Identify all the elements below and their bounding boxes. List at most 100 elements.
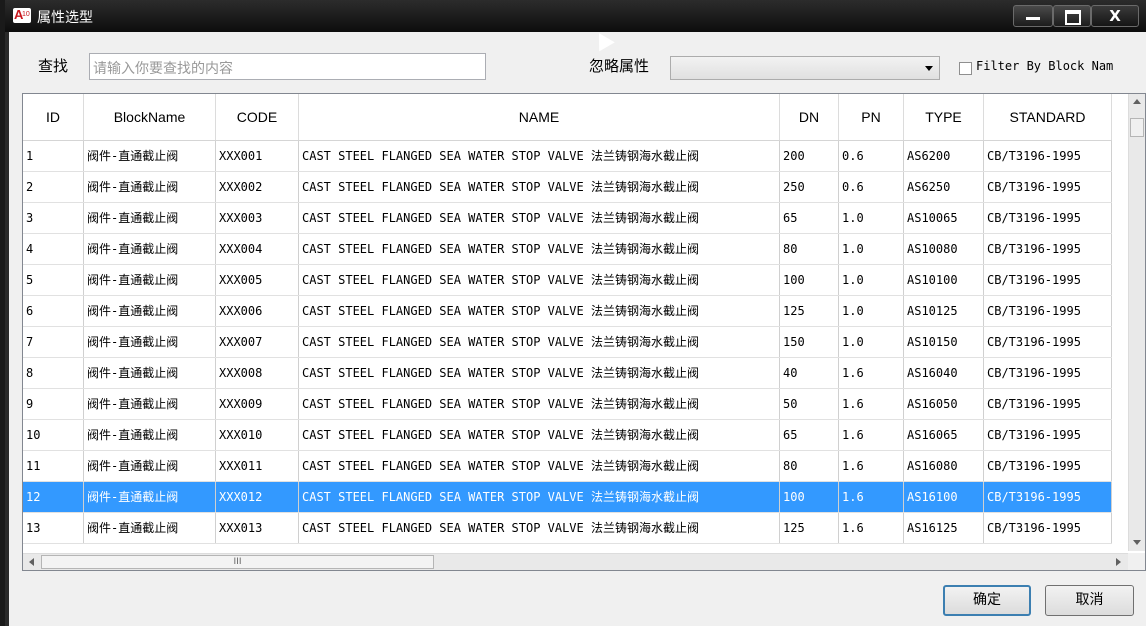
scroll-left-icon[interactable] (29, 558, 34, 566)
table-row[interactable]: 9 阀件-直通截止阀 XXX009 CAST STEEL FLANGED SEA WA… (23, 389, 1112, 420)
table-row-selected[interactable]: 12 阀件-直通截止阀 XXX012 CAST STEEL FLANGED SEA W… (23, 482, 1112, 513)
title-bar[interactable]: A 10 属性选型 X (5, 0, 1146, 32)
cell-dn: 125 (780, 513, 839, 543)
cell-code: XXX013 (216, 513, 299, 543)
cell-code: XXX008 (216, 358, 299, 388)
cell-name: CAST STEEL FLANGED SEA WATER STOP VALVE … (299, 172, 780, 202)
table-row[interactable]: 2 阀件-直通截止阀 XXX002 CAST STEEL FLANGED SEA WA… (23, 172, 1112, 203)
cell-dn: 50 (780, 389, 839, 419)
cell-type: AS10065 (904, 203, 984, 233)
cell-pn: 1.0 (839, 327, 904, 357)
cell-dn: 250 (780, 172, 839, 202)
cell-blockname: 阀件-直通截止阀 (84, 513, 216, 543)
cell-standard: CB/T3196-1995 (984, 389, 1112, 419)
cell-dn: 100 (780, 265, 839, 295)
table-row[interactable]: 10 阀件-直通截止阀 XXX010 CAST STEEL FLANGED SEA W… (23, 420, 1112, 451)
cell-type: AS16050 (904, 389, 984, 419)
cell-standard: CB/T3196-1995 (984, 234, 1112, 264)
filter-by-block-name-checkbox[interactable] (959, 62, 972, 75)
column-header-name[interactable]: NAME (299, 94, 780, 140)
column-header-pn[interactable]: PN (839, 94, 904, 140)
table-row[interactable]: 11 阀件-直通截止阀 XXX011 CAST STEEL FLANGED SEA W… (23, 451, 1112, 482)
table-row[interactable]: 8 阀件-直通截止阀 XXX008 CAST STEEL FLANGED SEA WA… (23, 358, 1112, 389)
cell-pn: 1.0 (839, 234, 904, 264)
cell-dn: 40 (780, 358, 839, 388)
cell-code: XXX007 (216, 327, 299, 357)
vertical-scroll-thumb[interactable] (1130, 118, 1144, 137)
cell-name: CAST STEEL FLANGED SEA WATER STOP VALVE … (299, 358, 780, 388)
cell-id: 9 (23, 389, 84, 419)
cell-blockname: 阀件-直通截止阀 (84, 203, 216, 233)
column-header-type[interactable]: TYPE (904, 94, 984, 140)
ignore-attribute-label: 忽略属性 (589, 57, 650, 75)
cell-id: 1 (23, 141, 84, 171)
cell-name: CAST STEEL FLANGED SEA WATER STOP VALVE … (299, 420, 780, 450)
table-row[interactable]: 4 阀件-直通截止阀 XXX004 CAST STEEL FLANGED SEA WA… (23, 234, 1112, 265)
window-border (5, 32, 9, 626)
cell-id: 13 (23, 513, 84, 543)
column-header-id[interactable]: ID (23, 94, 84, 140)
cell-type: AS16065 (904, 420, 984, 450)
attribute-table: ID BlockName CODE NAME DN PN TYPE STANDARD 1 阀件-… (22, 93, 1146, 571)
cell-type: AS6200 (904, 141, 984, 171)
cell-id: 10 (23, 420, 84, 450)
cell-blockname: 阀件-直通截止阀 (84, 451, 216, 481)
filter-by-block-name-label[interactable]: Filter By Block Nam (976, 59, 1113, 73)
cell-pn: 1.0 (839, 203, 904, 233)
cell-pn: 0.6 (839, 141, 904, 171)
cell-dn: 80 (780, 234, 839, 264)
cell-code: XXX001 (216, 141, 299, 171)
table-row[interactable]: 3 阀件-直通截止阀 XXX003 CAST STEEL FLANGED SEA WA… (23, 203, 1112, 234)
cell-name: CAST STEEL FLANGED SEA WATER STOP VALVE … (299, 296, 780, 326)
ignore-attribute-dropdown[interactable] (670, 56, 940, 80)
column-header-standard[interactable]: STANDARD (984, 94, 1112, 140)
cell-dn: 150 (780, 327, 839, 357)
scrollbar-corner (1128, 553, 1145, 570)
minimize-icon (1026, 17, 1040, 20)
cell-code: XXX009 (216, 389, 299, 419)
cell-standard: CB/T3196-1995 (984, 513, 1112, 543)
cell-code: XXX004 (216, 234, 299, 264)
cell-standard: CB/T3196-1995 (984, 451, 1112, 481)
column-header-code[interactable]: CODE (216, 94, 299, 140)
close-icon: X (1109, 7, 1121, 25)
cell-dn: 200 (780, 141, 839, 171)
ok-button[interactable]: 确定 (943, 585, 1031, 616)
column-header-blockname[interactable]: BlockName (84, 94, 216, 140)
scroll-up-icon[interactable] (1133, 99, 1141, 104)
cell-blockname: 阀件-直通截止阀 (84, 141, 216, 171)
table-row[interactable]: 1 阀件-直通截止阀 XXX001 CAST STEEL FLANGED SEA WA… (23, 141, 1112, 172)
cell-type: AS6250 (904, 172, 984, 202)
horizontal-scroll-thumb[interactable]: III (41, 555, 434, 569)
maximize-button[interactable] (1053, 5, 1091, 27)
table-row[interactable]: 5 阀件-直通截止阀 XXX005 CAST STEEL FLANGED SEA WA… (23, 265, 1112, 296)
cell-type: AS10125 (904, 296, 984, 326)
table-row[interactable]: 6 阀件-直通截止阀 XXX006 CAST STEEL FLANGED SEA WA… (23, 296, 1112, 327)
scroll-down-icon[interactable] (1133, 540, 1141, 545)
cell-blockname: 阀件-直通截止阀 (84, 296, 216, 326)
search-input[interactable]: 请输入你要查找的内容 (89, 53, 486, 80)
cell-blockname: 阀件-直通截止阀 (84, 172, 216, 202)
cell-id: 2 (23, 172, 84, 202)
cell-code: XXX005 (216, 265, 299, 295)
cell-blockname: 阀件-直通截止阀 (84, 389, 216, 419)
cell-code: XXX010 (216, 420, 299, 450)
cell-pn: 1.0 (839, 296, 904, 326)
cell-pn: 1.6 (839, 358, 904, 388)
cell-pn: 1.6 (839, 482, 904, 512)
cancel-button[interactable]: 取消 (1045, 585, 1134, 616)
cell-blockname: 阀件-直通截止阀 (84, 358, 216, 388)
table-row[interactable]: 7 阀件-直通截止阀 XXX007 CAST STEEL FLANGED SEA WA… (23, 327, 1112, 358)
column-header-dn[interactable]: DN (780, 94, 839, 140)
cell-blockname: 阀件-直通截止阀 (84, 327, 216, 357)
cell-type: AS10100 (904, 265, 984, 295)
scroll-right-icon[interactable] (1116, 558, 1121, 566)
cell-standard: CB/T3196-1995 (984, 172, 1112, 202)
close-button[interactable]: X (1091, 5, 1139, 27)
vertical-scrollbar[interactable] (1128, 94, 1145, 551)
cell-standard: CB/T3196-1995 (984, 482, 1112, 512)
horizontal-scrollbar[interactable]: III (23, 553, 1128, 570)
attribute-selection-dialog: A 10 属性选型 X 查找 请输入你要查找的内容 忽略属性 Filter By … (5, 0, 1146, 626)
table-row[interactable]: 13 阀件-直通截止阀 XXX013 CAST STEEL FLANGED SEA W… (23, 513, 1112, 544)
minimize-button[interactable] (1013, 5, 1053, 27)
